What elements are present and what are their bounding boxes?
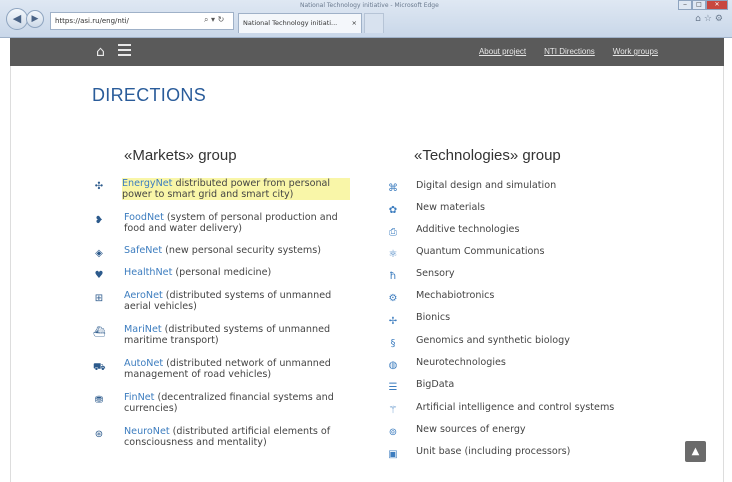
design-icon: ⌘ <box>388 183 398 194</box>
page-border-right <box>723 66 724 482</box>
heart-icon: ♥ <box>94 270 104 281</box>
window-controls: ‒ □ ✕ <box>678 0 728 10</box>
wind-turbine-icon: ✣ <box>94 181 104 192</box>
list-item: FinNet (decentralized financial systems … <box>124 392 334 414</box>
lock-icon[interactable]: ▾ <box>211 15 215 24</box>
settings-gear-icon[interactable]: ⚙ <box>715 14 726 24</box>
neuro-icon: ◍ <box>388 360 398 371</box>
chevron-up-icon: ▲ <box>691 446 700 457</box>
list-item: BigData <box>416 379 455 390</box>
back-arrow-icon: ◀ <box>12 12 22 25</box>
favorites-icon[interactable]: ☆ <box>704 14 715 24</box>
tab-close-icon[interactable]: × <box>352 14 357 32</box>
coins-icon: ⛃ <box>94 395 104 406</box>
minimize-button[interactable]: ‒ <box>678 0 692 10</box>
molecule-icon: ✿ <box>388 205 398 216</box>
dna-icon: § <box>390 338 396 349</box>
browser-chrome: National Technology initiative - Microso… <box>0 0 732 38</box>
nav-about-project[interactable]: About project <box>479 47 526 56</box>
brain-icon: ⊛ <box>94 429 104 440</box>
home-icon[interactable]: ⌂ <box>96 43 105 61</box>
address-bar-icons[interactable]: ⌕ ▾ ↻ <box>204 12 224 28</box>
list-item: Artificial intelligence and control syst… <box>416 402 615 413</box>
ai-icon: ⚚ <box>388 405 398 416</box>
list-item: Sensory <box>416 268 455 279</box>
quantum-icon: ⚛ <box>388 249 398 260</box>
tab-title: National Technology initiati... <box>243 19 338 27</box>
list-item: Quantum Communications <box>416 246 545 257</box>
technologies-group-title: «Technologies» group <box>414 147 561 164</box>
hand-icon: ħ <box>389 271 397 282</box>
list-item: Genomics and synthetic biology <box>416 335 570 346</box>
list-item: AeroNet (distributed systems of unmanned… <box>124 290 332 312</box>
shield-icon: ◈ <box>95 248 103 259</box>
ship-icon: ⛴ <box>93 327 106 338</box>
list-item: EnergyNet distributed power from persona… <box>122 178 350 200</box>
new-tab-button[interactable] <box>364 13 384 33</box>
list-item: New materials <box>416 202 486 213</box>
markets-group-title: «Markets» group <box>124 147 237 164</box>
market-link[interactable]: MariNet <box>124 324 162 335</box>
browser-tab[interactable]: National Technology initiati... × <box>238 13 362 33</box>
market-link[interactable]: AeroNet <box>124 290 163 301</box>
search-icon[interactable]: ⌕ <box>204 15 208 24</box>
nav-nti-directions[interactable]: NTI Directions <box>544 47 595 56</box>
list-item: Digital design and simulation <box>416 180 557 191</box>
list-item: Additive technologies <box>416 224 520 235</box>
list-item: Unit base (including processors) <box>416 446 571 457</box>
scroll-to-top-button[interactable]: ▲ <box>685 441 706 462</box>
hamburger-menu-icon[interactable] <box>118 44 131 56</box>
chip-icon: ▣ <box>388 449 398 460</box>
car-icon: ⛟ <box>93 362 106 373</box>
list-item: HealthNet (personal medicine) <box>124 267 272 278</box>
forward-arrow-icon: ▶ <box>31 14 39 24</box>
list-item: AutoNet (distributed network of unmanned… <box>124 358 331 380</box>
drop-icon: ❥ <box>94 215 104 226</box>
browser-toolbar-icons: ⌂☆⚙ <box>695 14 726 24</box>
market-link[interactable]: SafeNet <box>124 245 162 256</box>
market-link[interactable]: FinNet <box>124 392 154 403</box>
refresh-icon[interactable]: ↻ <box>218 15 225 24</box>
drone-icon: ⊞ <box>94 293 104 304</box>
robot-icon: ⚙ <box>388 293 398 304</box>
list-item: Neurotechnologies <box>416 357 506 368</box>
list-item: Mechabiotronics <box>416 290 495 301</box>
home-browser-icon[interactable]: ⌂ <box>695 14 704 24</box>
energy-icon: ⊚ <box>388 427 398 438</box>
list-item: NeuroNet (distributed artificial element… <box>124 426 331 448</box>
list-item: New sources of energy <box>416 424 526 435</box>
list-item: FoodNet (system of personal production a… <box>124 212 338 234</box>
market-link[interactable]: EnergyNet <box>122 178 172 189</box>
window-title: National Technology initiative - Microso… <box>300 2 439 9</box>
market-link[interactable]: FoodNet <box>124 212 164 223</box>
list-item: MariNet (distributed systems of unmanned… <box>124 324 331 346</box>
list-item: Bionics <box>416 312 451 323</box>
forward-button[interactable]: ▶ <box>26 10 44 28</box>
list-item: SafeNet (new personal security systems) <box>124 245 322 256</box>
market-link[interactable]: NeuroNet <box>124 426 170 437</box>
page-title: DIRECTIONS <box>92 85 207 105</box>
close-window-button[interactable]: ✕ <box>706 0 728 10</box>
market-link[interactable]: AutoNet <box>124 358 163 369</box>
printer-icon: ⎙ <box>389 227 397 238</box>
site-header: ⌂ About project NTI Directions Work grou… <box>10 38 724 66</box>
nav-work-groups[interactable]: Work groups <box>613 47 658 56</box>
back-button[interactable]: ◀ <box>6 8 28 30</box>
header-nav: About project NTI Directions Work groups <box>479 47 658 56</box>
maximize-button[interactable]: □ <box>692 0 706 10</box>
market-link[interactable]: HealthNet <box>124 267 172 278</box>
page-border-left <box>10 66 11 482</box>
bionics-icon: ✢ <box>388 316 398 327</box>
database-icon: ☰ <box>388 382 398 393</box>
